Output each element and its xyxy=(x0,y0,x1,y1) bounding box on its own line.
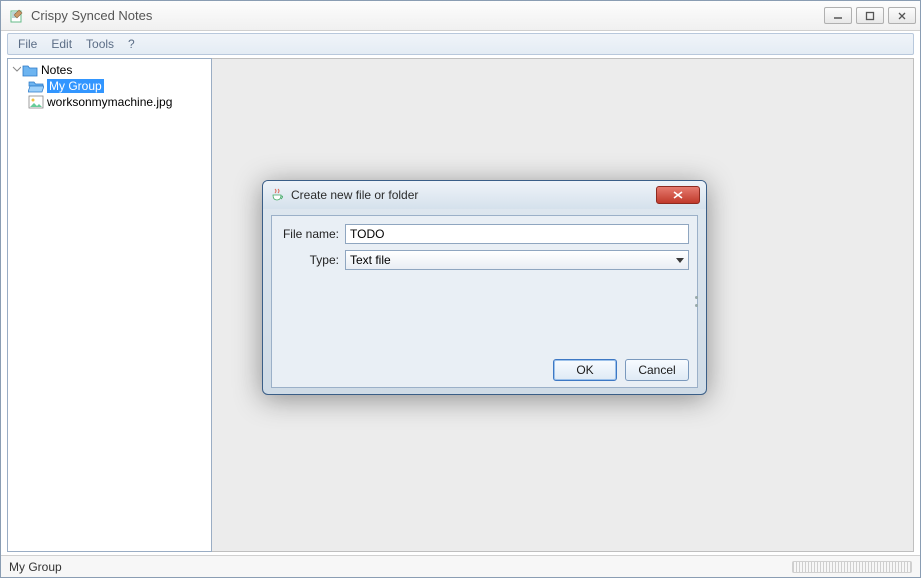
app-icon xyxy=(9,8,25,24)
menu-edit[interactable]: Edit xyxy=(45,35,78,53)
status-grip xyxy=(792,561,912,573)
tree-sidebar: Notes My Group xyxy=(7,58,212,552)
maximize-button[interactable] xyxy=(856,7,884,24)
tree-toggle-icon[interactable] xyxy=(10,63,22,77)
tree-item-my-group[interactable]: My Group xyxy=(10,78,209,94)
cancel-button[interactable]: Cancel xyxy=(625,359,689,381)
type-row: Type: Text file xyxy=(280,250,689,270)
type-combobox[interactable]: Text file xyxy=(345,250,689,270)
dialog-title: Create new file or folder xyxy=(291,188,656,202)
statusbar: My Group xyxy=(1,555,920,577)
java-cup-icon xyxy=(269,187,285,203)
create-dialog: Create new file or folder File name: Typ… xyxy=(262,180,707,395)
dialog-titlebar[interactable]: Create new file or folder xyxy=(263,181,706,209)
menu-help[interactable]: ? xyxy=(122,35,141,53)
filename-input[interactable] xyxy=(345,224,689,244)
close-button[interactable] xyxy=(888,7,916,24)
status-text: My Group xyxy=(9,560,792,574)
window-controls xyxy=(820,7,916,24)
tree-label: worksonmymachine.jpg xyxy=(47,95,172,109)
menu-tools[interactable]: Tools xyxy=(80,35,120,53)
dialog-body: File name: Type: Text file OK Cancel xyxy=(271,215,698,388)
menu-file[interactable]: File xyxy=(12,35,43,53)
folder-open-icon xyxy=(28,79,44,93)
dialog-window: Create new file or folder File name: Typ… xyxy=(262,180,707,395)
window-title: Crispy Synced Notes xyxy=(31,8,820,23)
tree-label-selected: My Group xyxy=(47,79,104,93)
folder-icon xyxy=(22,63,38,77)
minimize-button[interactable] xyxy=(824,7,852,24)
dialog-button-row: OK Cancel xyxy=(280,357,689,381)
type-value: Text file xyxy=(350,253,391,267)
type-label: Type: xyxy=(280,253,345,267)
chevron-down-icon xyxy=(676,258,684,263)
filename-row: File name: xyxy=(280,224,689,244)
tree-label: Notes xyxy=(41,63,72,77)
filename-label: File name: xyxy=(280,227,345,241)
image-file-icon xyxy=(28,95,44,109)
ok-button[interactable]: OK xyxy=(553,359,617,381)
window-titlebar: Crispy Synced Notes xyxy=(1,1,920,31)
menubar: File Edit Tools ? xyxy=(7,33,914,55)
dialog-resize-grip[interactable] xyxy=(695,288,700,316)
tree-root-notes[interactable]: Notes xyxy=(10,62,209,78)
dialog-close-button[interactable] xyxy=(656,186,700,204)
tree-item-image-file[interactable]: worksonmymachine.jpg xyxy=(10,94,209,110)
